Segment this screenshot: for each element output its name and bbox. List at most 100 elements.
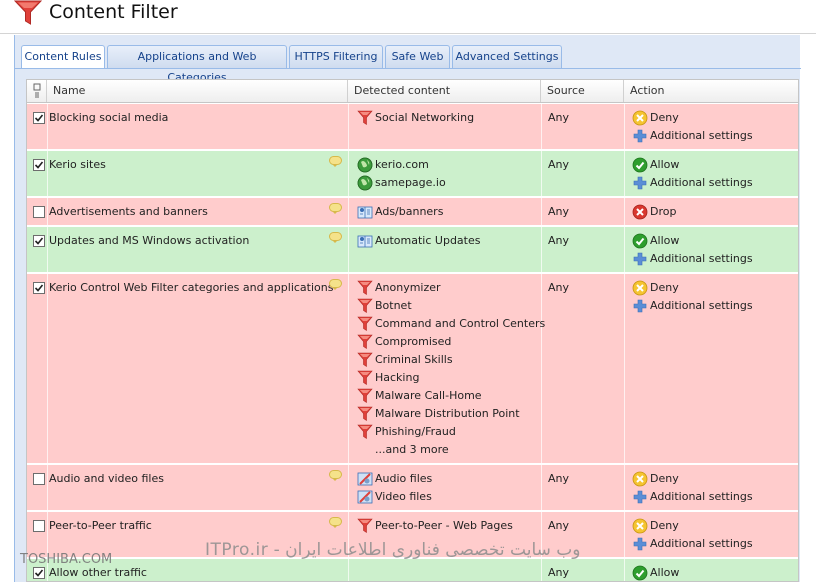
rule-source[interactable]: Any — [548, 566, 569, 579]
rule-action-label: Additional settings — [650, 129, 753, 142]
comment-icon[interactable] — [329, 470, 342, 481]
additional-settings-link[interactable]: Additional settings — [631, 298, 753, 316]
rule-name[interactable]: Peer-to-Peer traffic — [49, 519, 152, 532]
detected-content-item[interactable]: Automatic Updates — [355, 233, 480, 251]
rule-action[interactable]: Allow — [631, 565, 679, 581]
comment-icon[interactable] — [329, 203, 342, 214]
detected-content-item[interactable]: Audio files — [355, 471, 432, 489]
tab-https-filtering[interactable]: HTTPS Filtering — [289, 45, 383, 68]
rule-enabled-checkbox[interactable] — [33, 206, 45, 218]
deny-icon — [632, 471, 648, 487]
tab-advanced-settings[interactable]: Advanced Settings — [452, 45, 562, 68]
rule-source[interactable]: Any — [548, 234, 569, 247]
detected-content-item[interactable]: Peer-to-Peer - Web Pages — [355, 518, 513, 536]
rule-action[interactable]: Allow — [631, 233, 753, 251]
detected-content-item[interactable]: Malware Call-Home — [355, 388, 545, 406]
rule-name[interactable]: Updates and MS Windows activation — [49, 234, 249, 247]
rule-name[interactable]: Allow other traffic — [49, 566, 147, 579]
rule-enabled-checkbox[interactable] — [33, 282, 45, 294]
rule-name[interactable]: Kerio sites — [49, 158, 106, 171]
additional-settings-link[interactable]: Additional settings — [631, 128, 753, 146]
rule-name[interactable]: Advertisements and banners — [49, 205, 208, 218]
table-row[interactable]: Advertisements and banners Ads/banners Any… — [27, 198, 798, 226]
additional-settings-link[interactable]: Additional settings — [631, 175, 753, 193]
rule-name[interactable]: Audio and video files — [49, 472, 164, 485]
tab-content-rules[interactable]: Content Rules — [21, 45, 105, 69]
tab-safe-web[interactable]: Safe Web — [385, 45, 450, 68]
detected-content-item[interactable]: Botnet — [355, 298, 545, 316]
rule-source[interactable]: Any — [548, 519, 569, 532]
detected-content-item[interactable]: Criminal Skills — [355, 352, 545, 370]
detected-content-label: kerio.com — [375, 158, 429, 171]
column-action-header[interactable]: Action — [624, 80, 798, 102]
rule-enabled-checkbox[interactable] — [33, 112, 45, 124]
column-enabled-header[interactable] — [27, 80, 47, 102]
column-divider — [541, 559, 542, 581]
column-divider — [348, 198, 349, 225]
detected-content-item[interactable]: samepage.io — [355, 175, 446, 193]
detected-content-item[interactable]: Video files — [355, 489, 432, 507]
detected-content-label: Malware Call-Home — [375, 389, 482, 402]
rule-enabled-checkbox[interactable] — [33, 159, 45, 171]
filter-icon — [357, 370, 373, 386]
detected-content-item[interactable]: Command and Control Centers — [355, 316, 545, 334]
rule-source[interactable]: Any — [548, 281, 569, 294]
detected-content-item[interactable]: Social Networking — [355, 110, 474, 128]
table-row[interactable]: Kerio sites kerio.com samepage.io Any Allow A… — [27, 151, 798, 197]
additional-settings-link[interactable]: Additional settings — [631, 489, 753, 507]
comment-icon[interactable] — [329, 232, 342, 243]
rule-action[interactable]: Deny — [631, 280, 753, 298]
table-row[interactable]: Blocking social media Social Networking An… — [27, 104, 798, 150]
title-bar: Content Filter — [0, 0, 816, 34]
book-icon — [357, 204, 373, 220]
detected-content-item[interactable]: Malware Distribution Point — [355, 406, 545, 424]
tab-applications-web-categories[interactable]: Applications and Web Categories — [107, 45, 287, 84]
column-detected-header[interactable]: Detected content — [348, 80, 541, 102]
rule-name[interactable]: Blocking social media — [49, 111, 168, 124]
table-row[interactable]: Kerio Control Web Filter categories and … — [27, 274, 798, 464]
detected-content-item[interactable]: ...and 3 more — [355, 442, 545, 460]
additional-settings-link[interactable]: Additional settings — [631, 251, 753, 269]
filter-icon — [357, 424, 373, 440]
detected-content-label: Criminal Skills — [375, 353, 453, 366]
detected-content-item[interactable]: kerio.com — [355, 157, 446, 175]
table-row[interactable]: Updates and MS Windows activation Automat… — [27, 227, 798, 273]
rule-enabled-checkbox[interactable] — [33, 520, 45, 532]
rule-source[interactable]: Any — [548, 205, 569, 218]
rule-action[interactable]: Deny — [631, 110, 753, 128]
rule-action-label: Additional settings — [650, 176, 753, 189]
rule-action[interactable]: Drop — [631, 204, 676, 222]
additional-settings-link[interactable]: Additional settings — [631, 536, 753, 554]
detected-content-item[interactable]: Compromised — [355, 334, 545, 352]
rule-source[interactable]: Any — [548, 472, 569, 485]
comment-icon[interactable] — [329, 517, 342, 528]
rule-name[interactable]: Kerio Control Web Filter categories and … — [49, 281, 333, 294]
column-source-header[interactable]: Source — [541, 80, 624, 102]
rules-grid: Name Detected content Source Action Bloc… — [26, 79, 799, 582]
rule-enabled-checkbox[interactable] — [33, 473, 45, 485]
rule-action[interactable]: Deny — [631, 471, 753, 489]
rule-enabled-checkbox[interactable] — [33, 235, 45, 247]
table-row[interactable]: Audio and video files Audio files Video fi… — [27, 465, 798, 511]
column-divider — [348, 465, 349, 510]
rule-action[interactable]: Deny — [631, 518, 753, 536]
rule-action-list: Allow — [631, 565, 679, 581]
rule-source[interactable]: Any — [548, 158, 569, 171]
column-name-header[interactable]: Name — [47, 80, 348, 102]
comment-icon[interactable] — [329, 156, 342, 167]
rule-enabled-checkbox[interactable] — [33, 567, 45, 579]
tab-strip: Content Rules Applications and Web Categ… — [17, 45, 801, 84]
column-divider — [348, 104, 349, 149]
rule-source[interactable]: Any — [548, 111, 569, 124]
detected-content-item[interactable]: Hacking — [355, 370, 545, 388]
rule-action[interactable]: Allow — [631, 157, 753, 175]
filter-icon — [357, 298, 373, 314]
column-divider — [624, 198, 625, 225]
column-divider — [541, 104, 542, 149]
table-row[interactable]: Allow other traffic Any Allow — [27, 559, 798, 581]
detected-content-item[interactable]: Ads/banners — [355, 204, 443, 222]
detected-content-item[interactable]: Phishing/Fraud — [355, 424, 545, 442]
column-divider — [541, 227, 542, 272]
comment-icon[interactable] — [329, 279, 342, 290]
detected-content-item[interactable]: Anonymizer — [355, 280, 545, 298]
